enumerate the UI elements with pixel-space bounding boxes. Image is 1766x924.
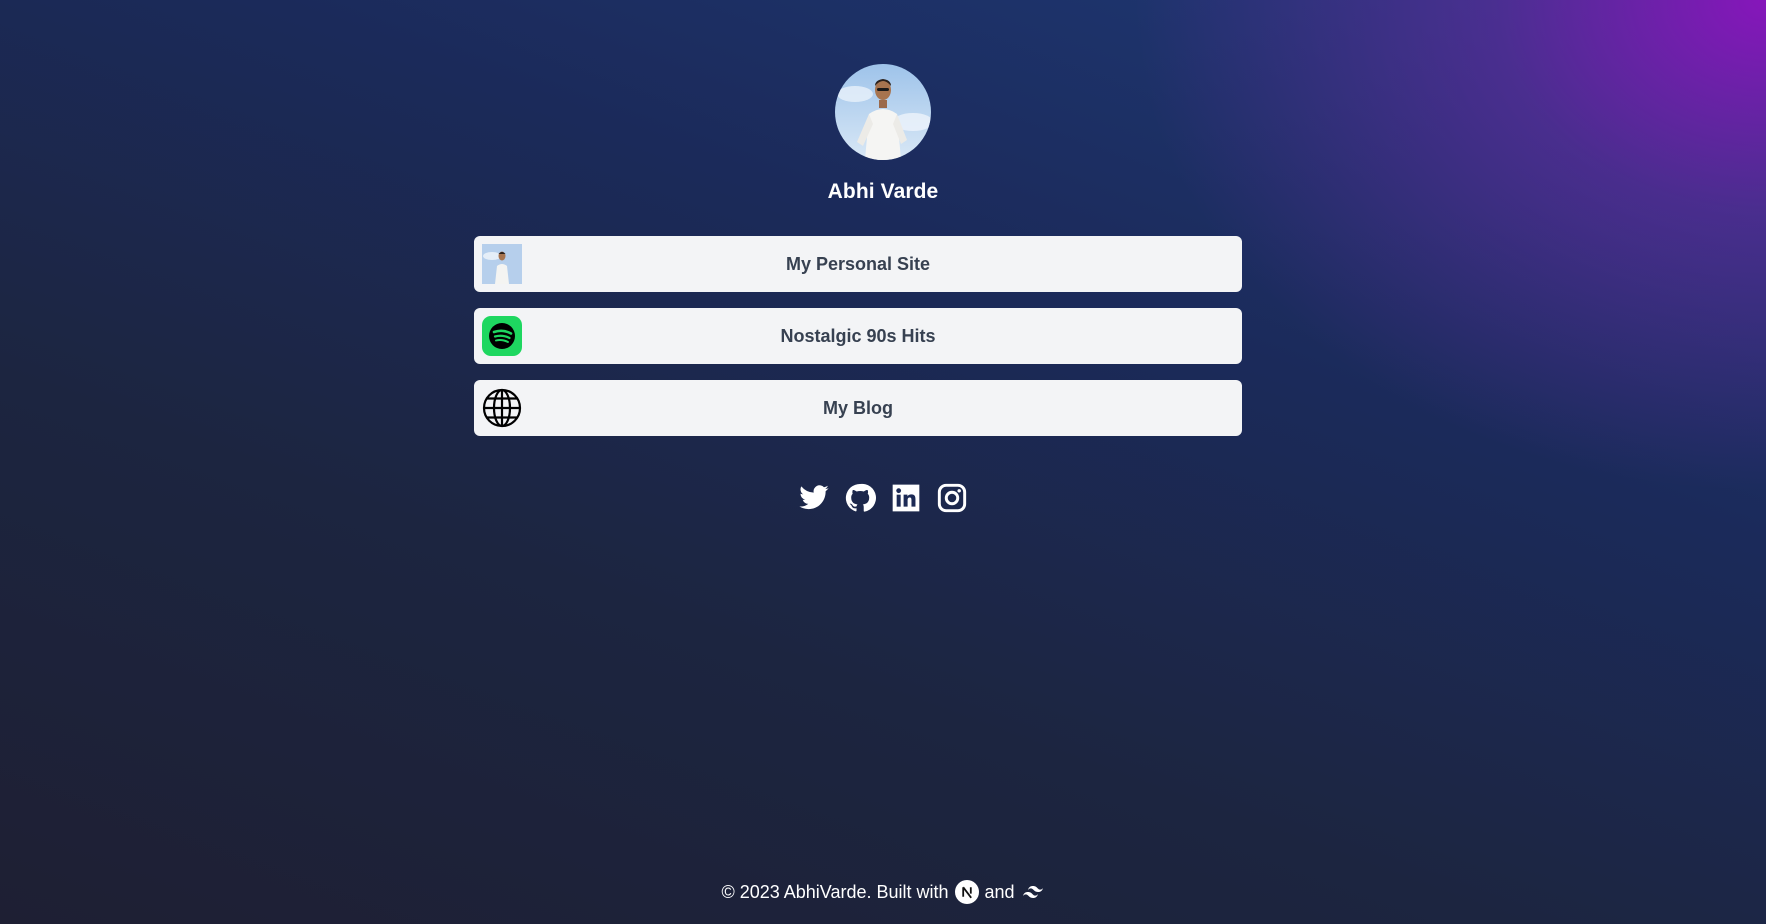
footer-copyright: © 2023 AbhiVarde. Built with	[721, 881, 949, 902]
social-links	[0, 482, 1766, 514]
spotify-icon	[482, 316, 522, 356]
link-label: My Blog	[823, 397, 893, 418]
footer-and: and	[984, 881, 1015, 902]
nextjs-icon	[954, 880, 979, 904]
profile-photo-thumbnail-icon	[482, 244, 522, 284]
link-nostalgic-90s-hits[interactable]: Nostalgic 90s Hits	[474, 308, 1242, 364]
globe-icon	[482, 388, 522, 428]
link-personal-site[interactable]: My Personal Site	[474, 236, 1242, 292]
link-label: Nostalgic 90s Hits	[780, 325, 936, 346]
link-my-blog[interactable]: My Blog	[474, 380, 1242, 436]
twitter-icon[interactable]	[798, 482, 830, 514]
link-label: My Personal Site	[785, 253, 931, 274]
instagram-icon[interactable]	[936, 482, 968, 514]
linkedin-icon[interactable]	[890, 482, 922, 514]
github-icon[interactable]	[844, 482, 876, 514]
profile-name: Abhi Varde	[827, 180, 939, 203]
link-list: My Personal Site Nostalgic 90s Hits My B…	[474, 236, 1242, 436]
tailwind-icon	[1022, 886, 1043, 898]
profile-header: Abhi Varde	[0, 64, 1766, 204]
avatar	[835, 64, 931, 160]
footer: © 2023 AbhiVarde. Built with and	[0, 880, 1766, 904]
